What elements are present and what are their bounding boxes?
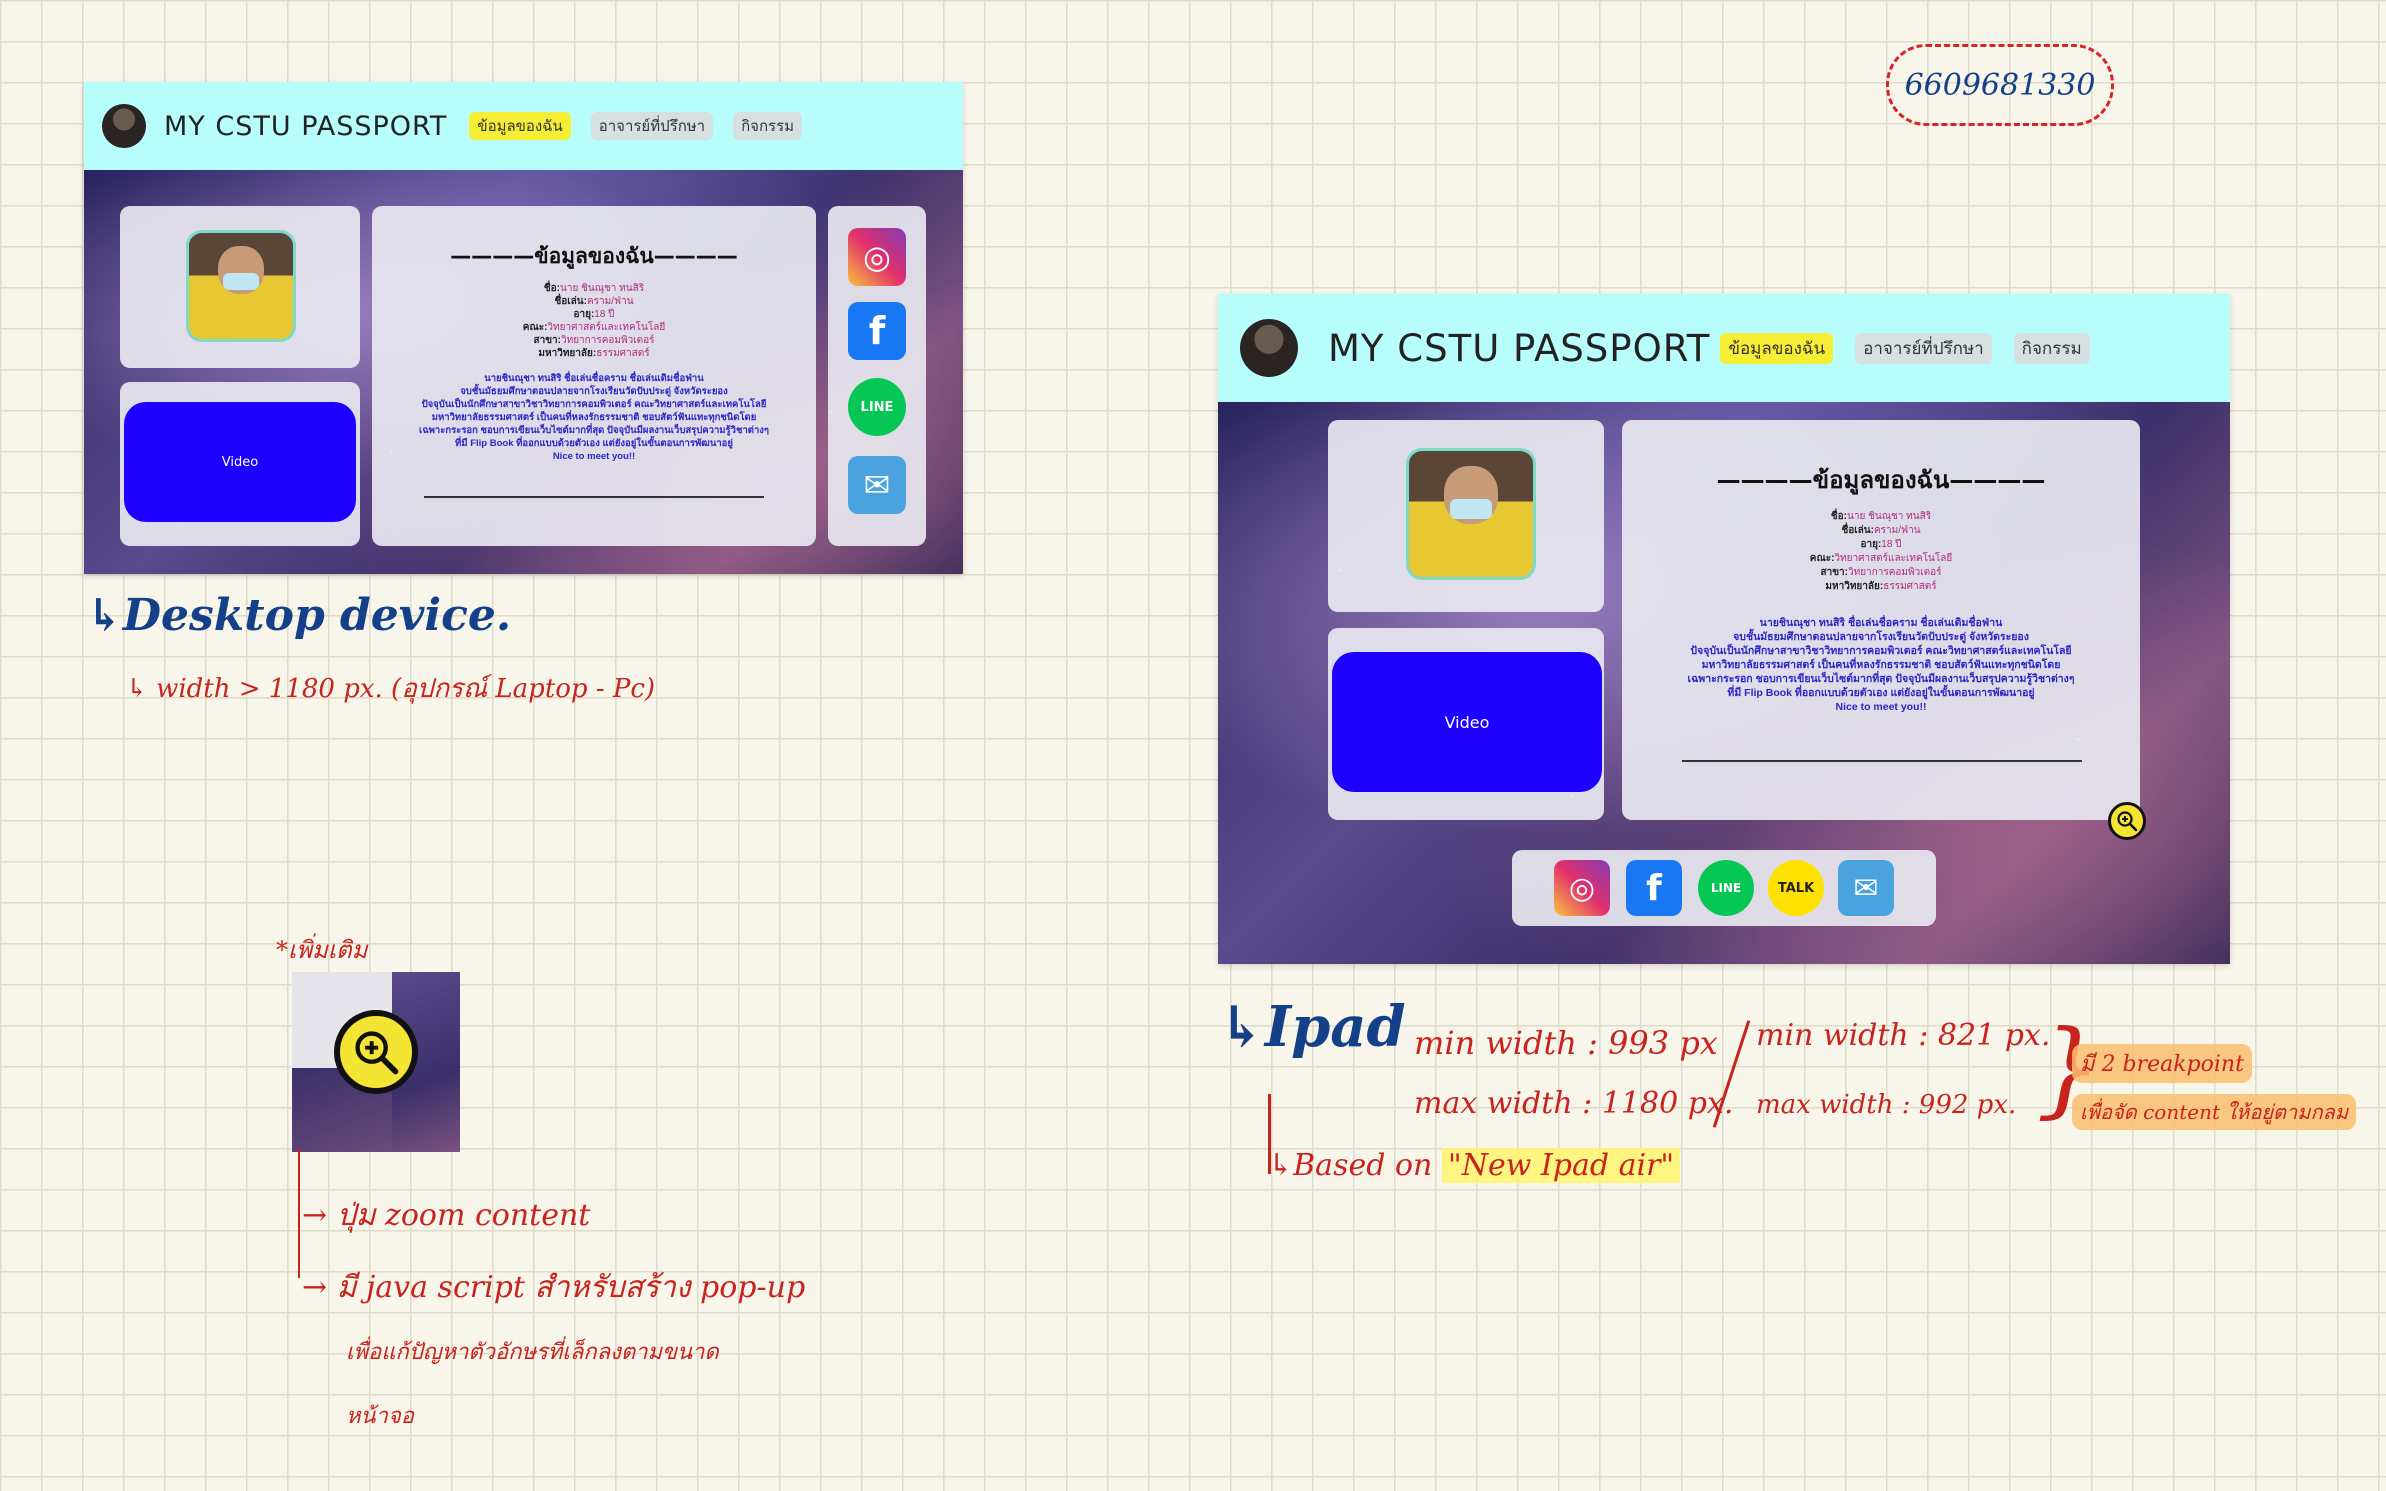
info-field: คณะ:วิทยาศาสตร์และเทคโนโลยี: [522, 322, 666, 333]
kakaotalk-icon[interactable]: TALK: [1768, 860, 1824, 916]
zoom-in-icon: [2117, 811, 2138, 832]
info-field: อายุ:18 ปี: [573, 309, 615, 320]
based-on-note: ↳Based on "New Ipad air": [1268, 1148, 1681, 1183]
video-card: Video: [120, 382, 360, 546]
instagram-icon[interactable]: ◎: [1554, 860, 1610, 916]
mail-icon[interactable]: ✉: [1838, 860, 1894, 916]
facebook-icon[interactable]: f: [848, 302, 906, 360]
js-note-3: หน้าจอ: [346, 1404, 414, 1429]
space-background: Video ————ข้อมูลของฉัน———— ชื่อ:นาย ชินณ…: [84, 170, 963, 574]
line-icon[interactable]: LINE: [1698, 860, 1754, 916]
arrow-icon: →: [302, 1270, 337, 1305]
zoom-preview: [292, 972, 460, 1152]
info-field: มหาวิทยาลัย:ธรรมศาสตร์: [1825, 581, 1937, 592]
zoom-button[interactable]: [2108, 802, 2146, 840]
ipad-min-width-1: min width : 993 px: [1414, 1024, 1718, 1062]
facebook-icon[interactable]: f: [1626, 860, 1682, 916]
desktop-width-note: ↳ width > 1180 px. (อุปกรณ์ Laptop - Pc): [126, 674, 656, 704]
ipad-mockup: MY CSTU PASSPORT ข้อมูลของฉัน อาจารย์ที่…: [1218, 294, 2230, 964]
info-field: สาขา:วิทยาการคอมพิวเตอร์: [1820, 567, 1942, 578]
info-title: ————ข้อมูลของฉัน————: [450, 244, 738, 268]
social-sidebar: ◎ f LINE ✉: [828, 206, 926, 546]
mail-icon[interactable]: ✉: [848, 456, 906, 514]
instagram-icon[interactable]: ◎: [848, 228, 906, 286]
info-field: มหาวิทยาลัย:ธรรมศาสตร์: [538, 348, 650, 359]
info-field: ชื่อเล่น:คราม/ฟ่าน: [1841, 525, 1921, 536]
zoom-button[interactable]: [334, 1010, 418, 1094]
ipad-min-width-2: min width : 821 px.: [1756, 1018, 2051, 1053]
arrow-icon: ↳: [1268, 1148, 1294, 1183]
extra-title: *เพิ่มเติม: [276, 936, 368, 964]
info-title: ————ข้อมูลของฉัน————: [1716, 466, 2046, 494]
info-field: สาขา:วิทยาการคอมพิวเตอร์: [533, 335, 655, 346]
nav-advisor[interactable]: อาจารย์ที่ปรึกษา: [1855, 332, 1992, 364]
nav-my-info[interactable]: ข้อมูลของฉัน: [469, 112, 571, 140]
nav-my-info[interactable]: ข้อมูลของฉัน: [1720, 332, 1834, 364]
social-bar: ◎ f LINE TALK ✉: [1512, 850, 1936, 926]
arrow-icon: ↳: [86, 590, 123, 641]
bracket-line: [298, 1148, 300, 1278]
profile-photo: [186, 230, 296, 342]
profile-photo: [1406, 448, 1536, 580]
video-player[interactable]: Video: [1332, 652, 1602, 792]
breakpoint-note-2: เพื่อจัด content ให้อยู่ตามกลม: [2072, 1094, 2356, 1130]
info-field: คณะ:วิทยาศาสตร์และเทคโนโลยี: [1809, 553, 1953, 564]
js-note: → มี java script สำหรับสร้าง pop-up: [302, 1270, 806, 1305]
desktop-mockup: MY CSTU PASSPORT ข้อมูลของฉัน อาจารย์ที่…: [84, 82, 963, 574]
video-card: Video: [1328, 628, 1604, 820]
navbar: MY CSTU PASSPORT ข้อมูลของฉัน อาจารย์ที่…: [1218, 294, 2230, 402]
bio-text: นายชินณุชา ทนสิริ ชื่อเล่นชื่อคราม ชื่อเ…: [1687, 617, 2075, 713]
zoom-note: → ปุ่ม zoom content: [302, 1198, 591, 1233]
zoom-in-icon: [355, 1031, 399, 1075]
arrow-icon: ↳: [1218, 994, 1265, 1060]
photo-card: [120, 206, 360, 368]
ipad-max-width-2: max width : 992 px.: [1756, 1090, 2017, 1120]
info-card: ————ข้อมูลของฉัน———— ชื่อ:นาย ชินณุชา ทน…: [372, 206, 816, 546]
bottom-rule: [424, 496, 764, 498]
video-player[interactable]: Video: [124, 402, 356, 522]
nav-advisor[interactable]: อาจารย์ที่ปรึกษา: [590, 112, 714, 140]
brand-title: MY CSTU PASSPORT: [164, 110, 448, 142]
bio-text: นายชินณุชา ทนสิริ ชื่อเล่นชื่อคราม ชื่อเ…: [418, 373, 770, 462]
info-card: ————ข้อมูลของฉัน———— ชื่อ:นาย ชินณุชา ทน…: [1622, 420, 2140, 820]
nav-activities[interactable]: กิจกรรม: [733, 112, 803, 140]
ipad-max-width-1: max width : 1180 px.: [1414, 1086, 1734, 1121]
photo-card: [1328, 420, 1604, 612]
student-id-bubble: 6609681330: [1886, 44, 2114, 126]
desktop-title: ↳Desktop device.: [86, 590, 512, 641]
nav-activities[interactable]: กิจกรรม: [2013, 332, 2090, 364]
info-field: ชื่อ:นาย ชินณุชา ทนสิริ: [543, 283, 645, 294]
space-background: Video ————ข้อมูลของฉัน———— ชื่อ:นาย ชินณ…: [1218, 402, 2230, 964]
arrow-icon: →: [302, 1198, 337, 1233]
avatar: [1240, 319, 1298, 377]
info-field: ชื่อเล่น:คราม/ฟ่าน: [554, 296, 634, 307]
breakpoint-note: มี 2 breakpoint: [2072, 1044, 2252, 1083]
bottom-rule: [1682, 760, 2082, 762]
info-field: ชื่อ:นาย ชินณุชา ทนสิริ: [1830, 511, 1932, 522]
info-field: อายุ:18 ปี: [1860, 539, 1902, 550]
js-note-2: เพื่อแก้ปัญหาตัวอักษรที่เล็กลงตามขนาด: [346, 1340, 719, 1365]
line-icon[interactable]: LINE: [848, 378, 906, 436]
arrow-icon: ↳: [126, 674, 157, 704]
avatar: [102, 104, 146, 148]
navbar: MY CSTU PASSPORT ข้อมูลของฉัน อาจารย์ที่…: [84, 82, 963, 170]
student-id: 6609681330: [1904, 67, 2096, 103]
ipad-title: ↳Ipad: [1218, 994, 1406, 1060]
brand-title: MY CSTU PASSPORT: [1328, 326, 1711, 370]
